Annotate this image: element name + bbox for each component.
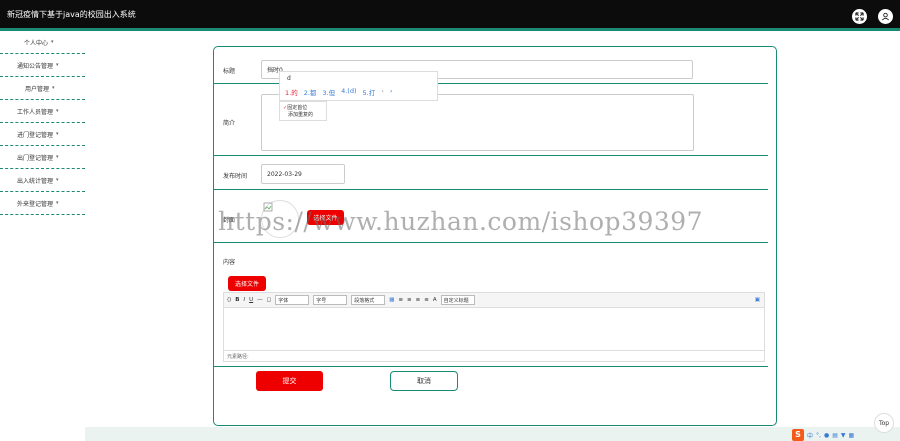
ime-candidate-popup: d 1.的 2.都 3.但 4.(d) 5.打 ‹ › ✓固定首位 添加重复的 [279, 71, 438, 126]
divider [214, 155, 768, 156]
ime-candidate[interactable]: 5.打 [363, 87, 376, 97]
underline-icon[interactable]: U [249, 297, 253, 303]
font-family-select[interactable]: 字体 [275, 295, 310, 305]
editor-toolbar: ⟨⟩ B I U — ◻ 字体 字号 段落格式 ▦ ≡ ≡ ≡ ≡ A 自定义标… [224, 293, 764, 308]
ime-next-icon[interactable]: › [390, 87, 393, 97]
sidebar-item-visitor-log[interactable]: 外来登记管理 ▾ [0, 192, 85, 215]
ime-status-tray: S 中 °, ● ▤ ▼ ▦ [792, 429, 854, 441]
sidebar-item-entry-log[interactable]: 进门登记管理 ▾ [0, 123, 85, 146]
sidebar-item-staff[interactable]: 工作人员管理 ▾ [0, 100, 85, 123]
align-right-icon[interactable]: ≡ [416, 297, 421, 303]
sidebar-item-notice[interactable]: 通知公告管理 ▾ [0, 54, 85, 77]
font-size-label: 字号 [316, 297, 327, 304]
back-to-top-button[interactable]: Top [874, 413, 894, 433]
summary-label: 简介 [223, 120, 236, 127]
shirt-icon[interactable]: ▼ [841, 432, 846, 439]
user-button[interactable] [878, 9, 893, 24]
footer-strip [85, 427, 900, 441]
ime-candidate[interactable]: 2.都 [304, 87, 317, 97]
keyboard-icon[interactable]: ▤ [832, 432, 838, 439]
ime-prev-icon[interactable]: ‹ [381, 87, 384, 97]
ime-menu-item[interactable]: 添加重复的 [283, 111, 323, 118]
align-center-icon[interactable]: ≡ [407, 297, 412, 303]
publish-time-label: 发布时间 [223, 173, 248, 180]
sidebar-item-personal-center[interactable]: 个人中心 ▾ [0, 31, 85, 54]
sidebar-item-label: 工作人员管理 [17, 108, 54, 116]
watermark: https://www.huzhan.com/ishop39397 [218, 207, 704, 236]
ime-input-text: d [287, 75, 291, 82]
publish-time-input[interactable]: 2022-03-29 [261, 164, 345, 184]
ime-menu-item[interactable]: ✓固定首位 [283, 104, 323, 111]
content-label: 内容 [223, 259, 236, 266]
publish-time-value: 2022-03-29 [267, 170, 302, 178]
sidebar-item-label: 外来登记管理 [17, 200, 54, 208]
ime-candidate-bar: d 1.的 2.都 3.但 4.(d) 5.打 ‹ › [279, 71, 438, 101]
clear-format-icon[interactable]: ◻ [267, 297, 272, 303]
header-bar: 新冠疫情下基于java的校园出入系统 [0, 0, 900, 31]
sidebar-item-statistics[interactable]: 出入统计管理 ▾ [0, 169, 85, 192]
divider [214, 242, 768, 243]
ime-candidate[interactable]: 4.(d) [341, 87, 356, 97]
sidebar-item-label: 个人中心 [24, 39, 49, 47]
ime-context-menu: ✓固定首位 添加重复的 [279, 101, 327, 121]
microphone-icon[interactable]: ● [824, 432, 829, 439]
chevron-down-icon: ▾ [52, 85, 55, 91]
sidebar: 个人中心 ▾ 通知公告管理 ▾ 用户管理 ▾ 工作人员管理 ▾ 进门登记管理 ▾… [0, 31, 85, 215]
sidebar-item-label: 进门登记管理 [17, 131, 54, 139]
fullscreen-editor-icon[interactable]: ▣ [755, 297, 760, 303]
app-title: 新冠疫情下基于java的校园出入系统 [7, 10, 136, 19]
paragraph-label: 段落格式 [354, 297, 375, 304]
rich-text-editor[interactable]: ⟨⟩ B I U — ◻ 字体 字号 段落格式 ▦ ≡ ≡ ≡ ≡ A 自定义标… [223, 292, 765, 362]
table-icon[interactable]: ▦ [389, 297, 394, 303]
user-icon [882, 12, 889, 21]
horizontal-rule-icon[interactable]: — [257, 297, 263, 303]
chevron-down-icon: ▾ [56, 131, 59, 137]
source-icon[interactable]: ⟨⟩ [227, 297, 231, 303]
font-family-label: 字体 [278, 297, 289, 304]
sidebar-item-users[interactable]: 用户管理 ▾ [0, 77, 85, 100]
chevron-down-icon: ▾ [56, 177, 59, 183]
italic-icon[interactable]: I [244, 297, 246, 303]
header-accent-line [0, 28, 900, 31]
fullscreen-icon [855, 12, 864, 21]
font-size-select[interactable]: 字号 [313, 295, 348, 305]
title-label: 标题 [223, 68, 236, 75]
sidebar-item-label: 通知公告管理 [17, 62, 54, 70]
custom-title-select[interactable]: 自定义标题 [440, 295, 475, 305]
editor-element-path: 元素路径: [224, 350, 764, 361]
chevron-down-icon: ▾ [56, 108, 59, 114]
sidebar-item-label: 出门登记管理 [17, 154, 54, 162]
content-upload-button[interactable]: 选择文件 [228, 276, 266, 291]
paragraph-select[interactable]: 段落格式 [351, 295, 386, 305]
ime-candidate[interactable]: 3.但 [322, 87, 335, 97]
sogou-logo-icon[interactable]: S [792, 429, 804, 441]
ime-candidate[interactable]: 1.的 [285, 87, 298, 97]
ime-menu-label: 添加重复的 [288, 112, 314, 118]
chevron-down-icon: ▾ [51, 39, 54, 45]
fullscreen-button[interactable] [852, 9, 867, 24]
font-color-icon[interactable]: A [433, 297, 437, 303]
ime-candidates: 1.的 2.都 3.但 4.(d) 5.打 ‹ › [285, 87, 392, 97]
chevron-down-icon: ▾ [56, 154, 59, 160]
punctuation-icon[interactable]: °, [816, 432, 821, 439]
divider [214, 366, 768, 367]
divider [214, 189, 768, 190]
submit-button[interactable]: 提交 [256, 371, 323, 391]
chevron-down-icon: ▾ [56, 200, 59, 206]
grid-icon[interactable]: ▦ [848, 432, 854, 439]
sidebar-item-label: 用户管理 [25, 85, 50, 93]
language-icon[interactable]: 中 [807, 431, 813, 440]
align-left-icon[interactable]: ≡ [398, 297, 403, 303]
custom-title-label: 自定义标题 [443, 297, 469, 304]
chevron-down-icon: ▾ [56, 62, 59, 68]
sidebar-item-label: 出入统计管理 [17, 177, 54, 185]
align-justify-icon[interactable]: ≡ [424, 297, 429, 303]
cancel-button[interactable]: 取消 [390, 371, 458, 391]
sidebar-item-exit-log[interactable]: 出门登记管理 ▾ [0, 146, 85, 169]
bold-icon[interactable]: B [235, 297, 239, 303]
